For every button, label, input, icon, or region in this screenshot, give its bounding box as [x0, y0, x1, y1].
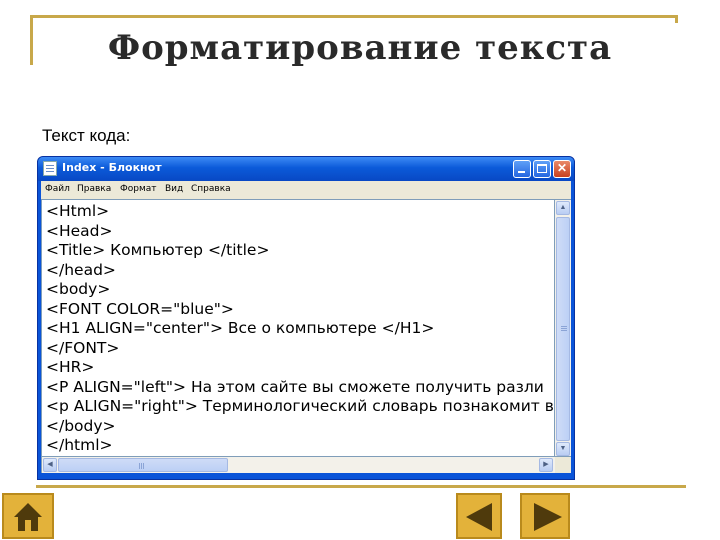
scroll-down-arrow-icon[interactable]: ▼: [556, 442, 570, 456]
menu-view[interactable]: Вид: [165, 184, 183, 194]
code-line: <H1 ALIGN="center"> Все о компьютере </H…: [46, 319, 435, 337]
vertical-scroll-thumb[interactable]: [556, 217, 570, 441]
home-icon: [14, 503, 42, 531]
code-line: <FONT COLOR="blue">: [46, 299, 234, 318]
horizontal-scroll-thumb[interactable]: [58, 458, 228, 472]
maximize-button[interactable]: [533, 160, 551, 178]
previous-slide-button[interactable]: [456, 493, 502, 539]
right-rule-cap: [675, 15, 678, 23]
code-line: <Html>: [46, 202, 110, 220]
scrollbar-corner: [555, 457, 571, 473]
arrow-left-icon: [466, 503, 492, 531]
horizontal-scrollbar[interactable]: ◀ ▶: [41, 457, 555, 473]
notepad-icon: [43, 161, 57, 176]
window-title: Index - Блокнот: [62, 161, 162, 174]
menu-edit[interactable]: Правка: [77, 184, 111, 194]
text-editor[interactable]: <Html> <Head> <Title> Компьютер </title>…: [41, 199, 555, 457]
menu-help[interactable]: Справка: [191, 184, 231, 194]
top-rule: [30, 15, 678, 18]
arrow-right-icon: [534, 503, 562, 531]
grip-icon: [561, 326, 567, 327]
scroll-up-arrow-icon[interactable]: ▲: [556, 201, 570, 215]
window-titlebar[interactable]: Index - Блокнот: [38, 157, 574, 181]
menu-format[interactable]: Формат: [120, 184, 157, 194]
code-line: <body>: [46, 280, 111, 298]
code-line: <p ALIGN="right"> Терминологический слов…: [46, 397, 554, 415]
code-line: </head>: [46, 260, 116, 279]
slide-title: Форматирование текста: [107, 28, 613, 68]
code-line: <Head>: [46, 221, 113, 240]
code-caption: Текст кода:: [42, 126, 131, 145]
home-button[interactable]: [2, 493, 54, 539]
menu-file[interactable]: Файл: [45, 184, 70, 194]
notepad-window: Index - Блокнот Файл Правка Формат Вид С…: [37, 156, 575, 480]
code-line: </body>: [46, 416, 116, 435]
code-line: <Title> Компьютер </title>: [46, 241, 270, 259]
minimize-button[interactable]: [513, 160, 531, 178]
vertical-scrollbar[interactable]: ▲ ▼: [555, 199, 571, 457]
close-button[interactable]: [553, 160, 571, 178]
code-line: <HR>: [46, 358, 95, 376]
code-line: </FONT>: [46, 338, 120, 357]
next-slide-button[interactable]: [520, 493, 570, 539]
code-line: </html>: [46, 436, 113, 454]
grip-icon: [139, 463, 140, 469]
code-line: <P ALIGN="left"> На этом сайте вы сможет…: [46, 377, 544, 396]
bottom-rule: [36, 485, 686, 488]
scroll-left-arrow-icon[interactable]: ◀: [43, 458, 57, 472]
scroll-right-arrow-icon[interactable]: ▶: [539, 458, 553, 472]
menu-bar: Файл Правка Формат Вид Справка: [41, 181, 571, 199]
